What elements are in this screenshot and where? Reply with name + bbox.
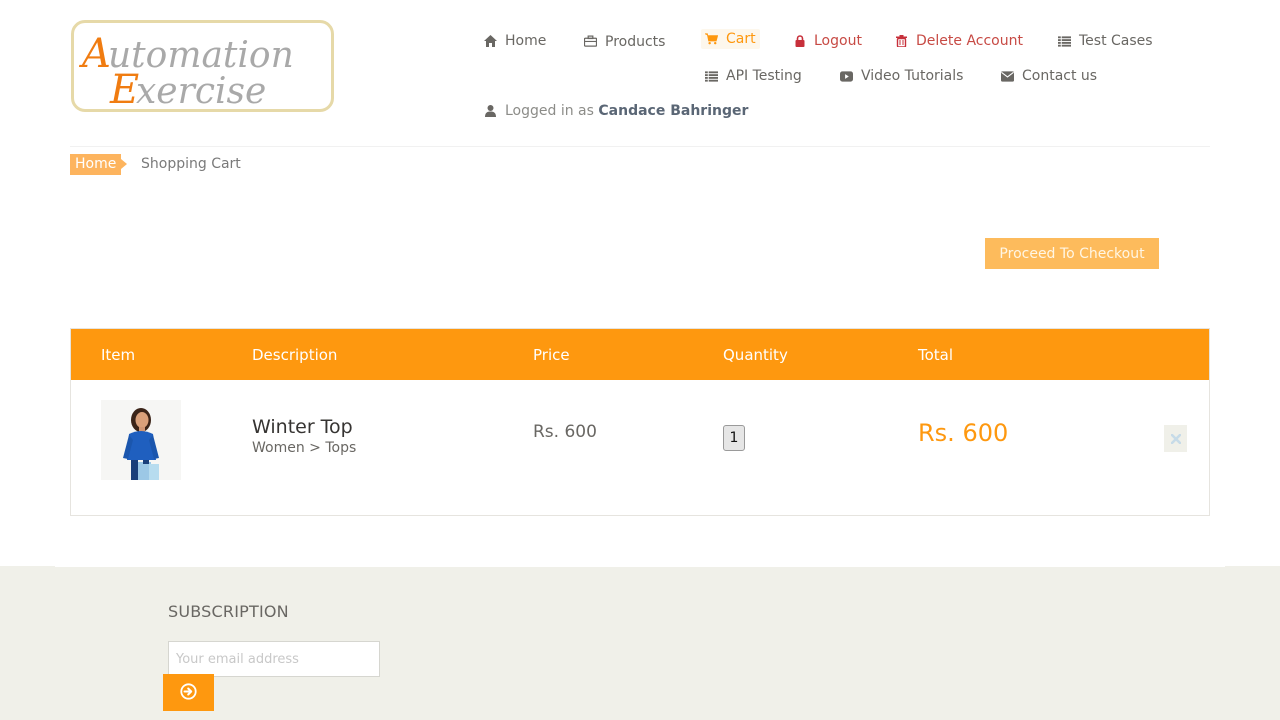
nav-contact-us-label: Contact us xyxy=(1022,68,1098,84)
shopping-cart-icon xyxy=(705,33,718,46)
product-category: Women > Tops xyxy=(252,440,357,456)
nav-cart[interactable]: Cart xyxy=(701,29,760,49)
trash-icon xyxy=(895,35,908,48)
nav-test-cases-label: Test Cases xyxy=(1079,33,1153,49)
envelope-icon xyxy=(1001,70,1014,83)
logged-in-status: Logged in as Candace Bahringer xyxy=(484,103,748,119)
footer: SUBSCRIPTION xyxy=(0,566,1280,720)
list-icon xyxy=(705,70,718,83)
subscription-email-input[interactable] xyxy=(168,641,380,677)
logged-in-username: Candace Bahringer xyxy=(598,103,749,119)
nav-products-label: Products xyxy=(605,34,666,50)
nav-api-testing-label: API Testing xyxy=(726,68,802,84)
breadcrumb-home[interactable]: Home xyxy=(70,154,128,175)
breadcrumb-current: Shopping Cart xyxy=(141,156,241,172)
nav-logout[interactable]: Logout xyxy=(793,33,862,49)
youtube-play-icon xyxy=(840,70,853,83)
nav-api-testing[interactable]: API Testing xyxy=(705,68,802,84)
close-icon xyxy=(1170,429,1181,448)
nav-delete-account[interactable]: Delete Account xyxy=(895,33,1023,49)
product-price: Rs. 600 xyxy=(533,422,597,442)
home-icon xyxy=(484,35,497,48)
svg-text:E: E xyxy=(109,67,139,109)
subscribe-button[interactable] xyxy=(163,674,214,711)
product-photo xyxy=(101,400,181,480)
header-total: Total xyxy=(918,346,954,364)
nav-home[interactable]: Home xyxy=(484,33,546,49)
briefcase-icon xyxy=(584,35,597,48)
logged-in-prefix: Logged in as xyxy=(505,103,594,119)
proceed-to-checkout-button[interactable]: Proceed To Checkout xyxy=(985,238,1159,269)
user-icon xyxy=(484,105,497,118)
cart-table: Item Description Price Quantity Total Wi… xyxy=(70,328,1210,516)
nav-video-tutorials-label: Video Tutorials xyxy=(861,68,964,84)
nav-products[interactable]: Products xyxy=(584,33,666,50)
nav-delete-account-label: Delete Account xyxy=(916,33,1023,49)
svg-text:A: A xyxy=(78,31,111,77)
product-total: Rs. 600 xyxy=(918,419,1009,447)
svg-text:xercise: xercise xyxy=(136,71,266,109)
nav-cart-label: Cart xyxy=(726,31,756,47)
nav-video-tutorials[interactable]: Video Tutorials xyxy=(840,68,963,84)
logo-image: A utomation E xercise xyxy=(78,31,294,109)
nav-test-cases[interactable]: Test Cases xyxy=(1058,33,1153,49)
nav-contact-us[interactable]: Contact us xyxy=(1001,68,1097,84)
nav-logout-label: Logout xyxy=(814,33,862,49)
arrow-circle-right-icon xyxy=(180,682,197,703)
footer-divider xyxy=(55,566,1225,567)
list-icon xyxy=(1058,35,1071,48)
header-quantity: Quantity xyxy=(723,346,788,364)
cart-table-header: Item Description Price Quantity Total xyxy=(71,329,1209,380)
subscription-title: SUBSCRIPTION xyxy=(168,602,289,621)
header-divider xyxy=(70,146,1210,147)
product-image[interactable] xyxy=(101,400,181,480)
site-logo[interactable]: A utomation E xercise xyxy=(71,20,334,112)
page: A utomation E xercise Home Products Cart… xyxy=(0,0,1280,720)
quantity-button[interactable]: 1 xyxy=(723,425,745,451)
product-name-link[interactable]: Winter Top xyxy=(252,416,353,438)
lock-icon xyxy=(793,35,806,48)
header-description: Description xyxy=(252,346,338,364)
nav-home-label: Home xyxy=(505,33,547,49)
header-item: Item xyxy=(101,346,136,364)
header-price: Price xyxy=(533,346,570,364)
remove-item-button[interactable] xyxy=(1164,425,1187,452)
